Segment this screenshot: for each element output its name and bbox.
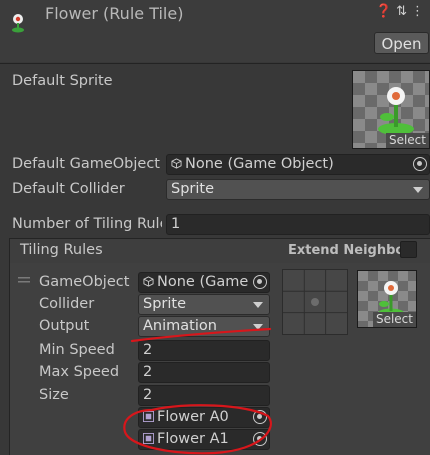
red-annotation-marks	[123, 327, 272, 455]
output-underline-annotation	[130, 327, 272, 343]
frames-circle-annotation	[123, 404, 272, 455]
